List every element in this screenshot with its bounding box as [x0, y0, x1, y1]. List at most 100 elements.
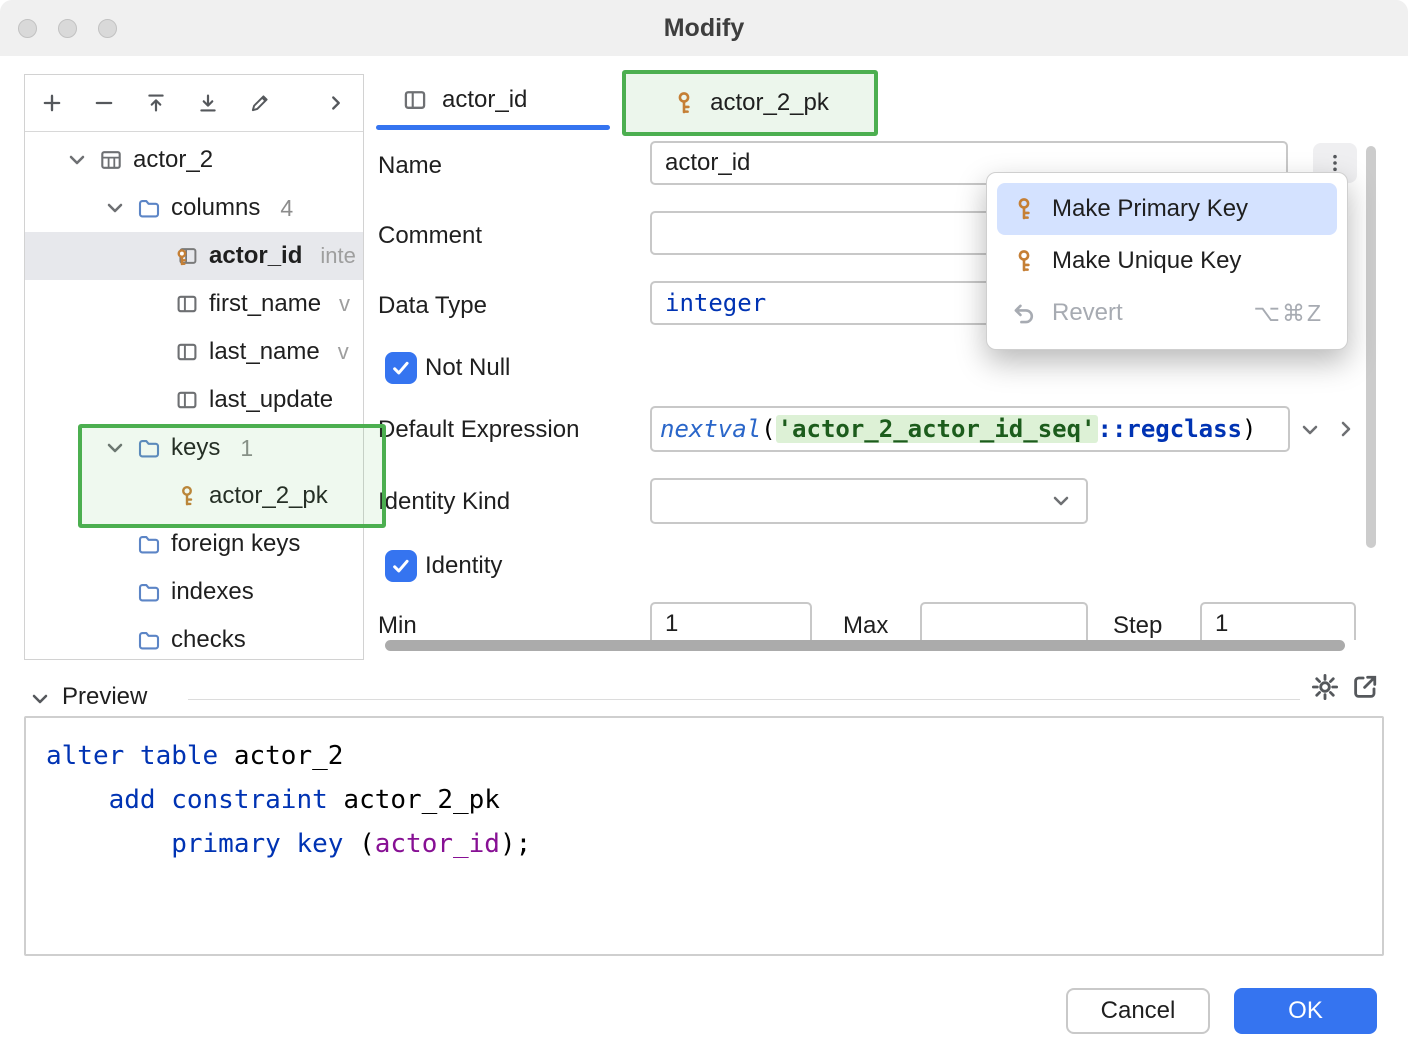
tab-actor-2-pk[interactable]: actor_2_pk	[622, 70, 878, 136]
tree-item-label: checks	[171, 626, 246, 654]
sql-preview-code: alter table actor_2 add constraint actor…	[26, 718, 1382, 866]
tab-label: actor_id	[442, 86, 527, 114]
data-type-label: Data Type	[378, 292, 487, 320]
tree-item-keys[interactable]: keys 1	[25, 424, 363, 472]
key-context-menu: Make Primary Key Make Unique Key Revert …	[986, 172, 1348, 350]
tree-item-checks[interactable]: checks	[25, 616, 363, 660]
minimize-window-button[interactable]	[58, 19, 77, 38]
sql-preview-box: alter table actor_2 add constraint actor…	[24, 716, 1384, 956]
tree-item-indexes[interactable]: indexes	[25, 568, 363, 616]
type-suffix: inte	[320, 243, 355, 269]
open-in-editor-icon[interactable]	[1350, 672, 1380, 702]
preview-title: Preview	[62, 683, 147, 711]
column-editor-panel: actor_id actor_2_pk Name actor_id Commen…	[376, 70, 1368, 640]
tree-item-label: actor_2_pk	[209, 482, 328, 510]
tree-item-label: last_update	[209, 386, 333, 414]
chevron-down-icon[interactable]	[1298, 418, 1322, 442]
cancel-button[interactable]: Cancel	[1066, 988, 1210, 1034]
traffic-lights	[18, 19, 117, 38]
chevron-down-icon[interactable]	[65, 148, 89, 172]
min-value: 1	[665, 610, 678, 638]
not-null-label: Not Null	[425, 354, 510, 382]
comment-label: Comment	[378, 222, 482, 250]
tab-label: actor_2_pk	[710, 89, 829, 117]
expr-token: ::regclass	[1098, 415, 1243, 443]
expr-token: 'actor_2_actor_id_seq'	[776, 415, 1098, 443]
folder-icon	[137, 580, 161, 604]
horizontal-scrollbar[interactable]	[385, 640, 1345, 651]
default-expression-field[interactable]: nextval('actor_2_actor_id_seq'::regclass…	[650, 406, 1290, 452]
add-button[interactable]	[41, 92, 63, 114]
menu-item-shortcut: ⌥⌘Z	[1253, 300, 1323, 327]
key-icon	[1011, 196, 1037, 222]
count-badge: 1	[240, 435, 253, 462]
ok-button[interactable]: OK	[1234, 988, 1377, 1034]
folder-icon	[137, 628, 161, 652]
min-field[interactable]: 1	[650, 602, 812, 640]
tree-item-columns[interactable]: columns 4	[25, 184, 363, 232]
chevron-right-icon[interactable]	[325, 92, 347, 114]
column-icon	[175, 340, 199, 364]
max-field[interactable]	[920, 602, 1088, 640]
key-icon	[175, 484, 199, 508]
tree-item-actor-2-pk[interactable]: actor_2_pk	[25, 472, 363, 520]
key-icon	[1011, 248, 1037, 274]
preview-divider	[188, 699, 1300, 700]
step-field[interactable]: 1	[1200, 602, 1356, 640]
edit-button[interactable]	[249, 92, 271, 114]
menu-item-revert[interactable]: Revert ⌥⌘Z	[997, 287, 1337, 339]
step-value: 1	[1215, 610, 1228, 638]
window-title: Modify	[0, 0, 1408, 56]
name-label: Name	[378, 152, 442, 180]
gear-icon[interactable]	[1310, 672, 1340, 702]
chevron-right-icon[interactable]	[1334, 417, 1358, 441]
code-line: primary key (actor_id);	[46, 822, 1382, 866]
not-null-checkbox[interactable]	[385, 352, 417, 384]
tree-item-label: foreign keys	[171, 530, 300, 558]
data-type-value: integer	[665, 289, 766, 317]
key-icon	[671, 90, 697, 116]
tree-item-last-name[interactable]: last_name v	[25, 328, 363, 376]
chevron-down-icon[interactable]	[103, 436, 127, 460]
tree-item-actor-id[interactable]: actor_id inte	[25, 232, 363, 280]
tree-item-foreign-keys[interactable]: foreign keys	[25, 520, 363, 568]
modify-dialog: Modify actor_2 columns 4	[0, 0, 1408, 1056]
expr-token: (	[761, 415, 775, 443]
type-suffix: v	[339, 291, 350, 317]
active-tab-underline	[376, 125, 610, 130]
menu-item-make-primary-key[interactable]: Make Primary Key	[997, 183, 1337, 235]
tree-item-first-name[interactable]: first_name v	[25, 280, 363, 328]
folder-icon	[137, 532, 161, 556]
vertical-scrollbar[interactable]	[1366, 146, 1376, 548]
tree-item-label: columns	[171, 194, 260, 222]
identity-kind-select[interactable]	[650, 478, 1088, 524]
identity-label: Identity	[425, 552, 502, 580]
move-up-button[interactable]	[145, 92, 167, 114]
default-expression-label: Default Expression	[378, 416, 579, 444]
structure-tree-panel: actor_2 columns 4 actor_id inte first_na…	[24, 74, 364, 660]
tree-toolbar	[25, 75, 363, 132]
close-window-button[interactable]	[18, 19, 37, 38]
tree-item-label: last_name	[209, 338, 320, 366]
tree-item-last-update[interactable]: last_update	[25, 376, 363, 424]
object-tree: actor_2 columns 4 actor_id inte first_na…	[25, 132, 363, 660]
menu-item-label: Make Primary Key	[1052, 195, 1248, 223]
tab-actor-id[interactable]: actor_id	[376, 70, 610, 130]
table-icon	[99, 148, 123, 172]
expr-token: )	[1242, 415, 1256, 443]
menu-item-make-unique-key[interactable]: Make Unique Key	[997, 235, 1337, 287]
zoom-window-button[interactable]	[98, 19, 117, 38]
titlebar: Modify	[0, 0, 1408, 56]
identity-checkbox[interactable]	[385, 550, 417, 582]
tree-item-actor-2[interactable]: actor_2	[25, 136, 363, 184]
preview-collapse-chevron-icon[interactable]	[28, 687, 52, 711]
remove-button[interactable]	[93, 92, 115, 114]
chevron-down-icon	[1049, 489, 1073, 513]
column-icon	[402, 87, 428, 113]
tree-item-label: first_name	[209, 290, 321, 318]
chevron-down-icon[interactable]	[103, 196, 127, 220]
tree-item-label: actor_2	[133, 146, 213, 174]
tree-item-label: keys	[171, 434, 220, 462]
type-suffix: v	[338, 339, 349, 365]
move-down-button[interactable]	[197, 92, 219, 114]
